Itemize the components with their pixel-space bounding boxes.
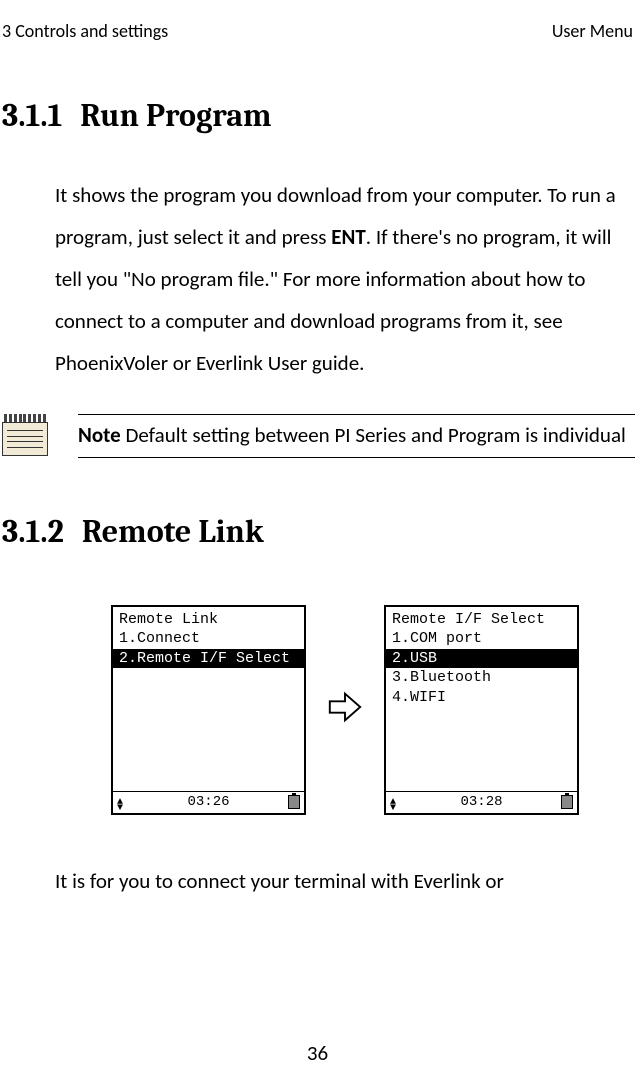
notepad-icon	[2, 414, 48, 456]
screen-remote-if-select: Remote I/F Select 1.COM port 2.USB 3.Blu…	[384, 605, 579, 815]
screen-row: 1.COM port	[386, 629, 577, 649]
arrow-right-icon	[326, 688, 364, 731]
screen-row-selected: 2.Remote I/F Select	[113, 649, 304, 669]
screen-row: 1.Connect	[113, 629, 304, 649]
status-bar: ▲▼ 03:26	[113, 791, 304, 813]
section-number: 3.1.1	[2, 97, 62, 134]
screen-title: Remote I/F Select	[386, 610, 577, 630]
section-heading-run-program: 3.1.1 Run Program	[0, 97, 635, 134]
screen-row-selected: 2.USB	[386, 649, 577, 669]
page-number: 36	[0, 1040, 635, 1066]
header-left: 3 Controls and settings	[2, 20, 168, 42]
section-number: 3.1.2	[2, 513, 64, 550]
note-label: Note	[78, 422, 121, 448]
section-heading-remote-link: 3.1.2 Remote Link	[0, 513, 635, 550]
updown-icon: ▲▼	[117, 792, 123, 812]
screens-row: Remote Link 1.Connect 2.Remote I/F Selec…	[0, 605, 635, 815]
battery-icon	[288, 795, 300, 809]
section-title: Run Program	[80, 97, 271, 134]
screen-remote-link: Remote Link 1.Connect 2.Remote I/F Selec…	[111, 605, 306, 815]
screen-time: 03:28	[460, 793, 502, 811]
note-block: Note Default setting between PI Series a…	[0, 414, 635, 458]
screen-row: 4.WIFI	[386, 688, 577, 708]
screen-title: Remote Link	[113, 610, 304, 630]
updown-icon: ▲▼	[390, 792, 396, 812]
section-title: Remote Link	[82, 513, 264, 550]
section-body-run-program: It shows the program you download from y…	[0, 174, 635, 384]
screen-time: 03:26	[187, 793, 229, 811]
note-text: Note Default setting between PI Series a…	[78, 414, 635, 458]
status-bar: ▲▼ 03:28	[386, 791, 577, 813]
section-body-remote-link: It is for you to connect your terminal w…	[0, 860, 635, 902]
battery-icon	[561, 795, 573, 809]
screen-row: 3.Bluetooth	[386, 668, 577, 688]
header-right: User Menu	[552, 20, 633, 42]
